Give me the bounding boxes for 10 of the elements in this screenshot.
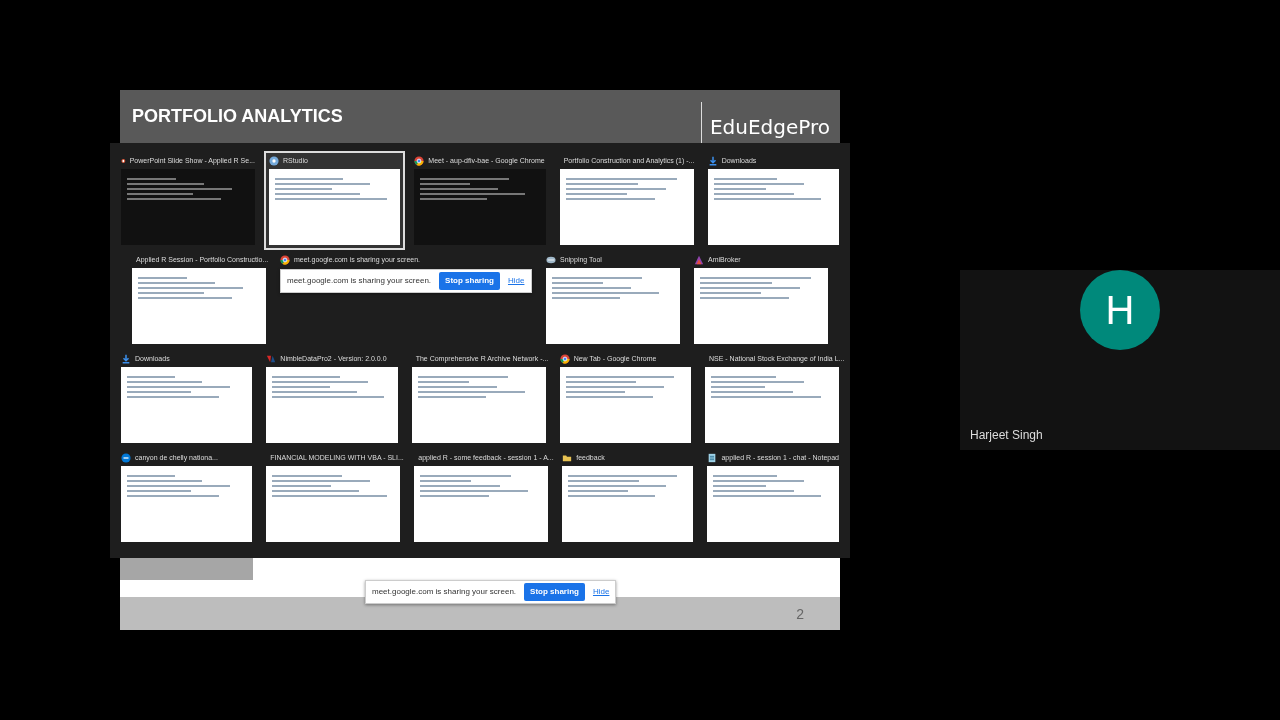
slide-title: PORTFOLIO ANALYTICS: [132, 105, 343, 128]
participant-name: Harjeet Singh: [970, 427, 1043, 444]
stop-sharing-button[interactable]: Stop sharing: [524, 583, 585, 601]
hide-link[interactable]: Hide: [507, 275, 525, 287]
share-message: meet.google.com is sharing your screen.: [372, 586, 517, 598]
hide-link[interactable]: Hide: [592, 586, 610, 598]
stop-sharing-button[interactable]: Stop sharing: [439, 272, 500, 290]
page-number: 2: [796, 605, 804, 624]
share-message: meet.google.com is sharing your screen.: [287, 275, 432, 287]
avatar-circle: H: [1080, 270, 1160, 350]
